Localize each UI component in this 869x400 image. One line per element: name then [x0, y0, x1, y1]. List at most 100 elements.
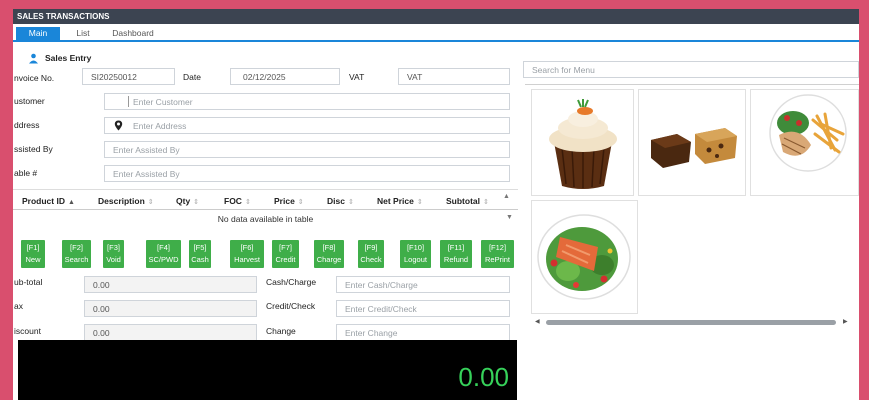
- salmon-salad-image: [537, 214, 631, 300]
- fkey-label: Search: [64, 255, 89, 264]
- table-header: Product ID ▲ Description ⇕ Qty ⇕ FOC ⇕ Price…: [13, 190, 518, 210]
- fkey-label: Harvest: [234, 255, 260, 264]
- fkey-check-button[interactable]: [F9] Check: [358, 240, 384, 268]
- fkey-new-button[interactable]: [F1] New: [21, 240, 45, 268]
- fkey-shortcut: [F6]: [240, 243, 254, 252]
- table-field[interactable]: Enter Assisted By: [104, 165, 510, 182]
- vat-label: VAT: [349, 72, 365, 82]
- fkey-shortcut: [F4]: [157, 243, 170, 252]
- fkey-shortcut: [F8]: [322, 243, 336, 252]
- cupcake-image: [549, 99, 617, 189]
- col-net-price[interactable]: Net Price ⇕: [377, 196, 423, 206]
- text-cursor: [128, 96, 129, 107]
- address-label: ddress: [14, 120, 40, 130]
- fkey-label: Check: [360, 255, 382, 264]
- fkey-shortcut: [F10]: [406, 243, 425, 252]
- scroll-right-icon[interactable]: ▶: [843, 318, 848, 325]
- fkey-shortcut: [F7]: [279, 243, 292, 252]
- app-window: SALES TRANSACTIONS Main List Dashboard S…: [13, 9, 859, 400]
- tab-list[interactable]: List: [65, 27, 101, 40]
- fkey-label: RePrint: [484, 255, 510, 264]
- cash-charge-label: Cash/Charge: [266, 277, 317, 287]
- grilled-chicken-fries-image: [769, 94, 847, 172]
- col-subtotal[interactable]: Subtotal ⇕: [446, 196, 489, 206]
- customer-field[interactable]: Enter Customer: [104, 93, 510, 110]
- fkey-label: Refund: [443, 255, 469, 264]
- fkey-shortcut: [F3]: [107, 243, 120, 252]
- scroll-down-icon[interactable]: ▼: [506, 214, 513, 221]
- menu-item-brownies[interactable]: [638, 89, 746, 196]
- map-pin-icon: [114, 120, 123, 131]
- customer-label: ustomer: [14, 96, 45, 106]
- fkey-logout-button[interactable]: [F10] Logout: [400, 240, 431, 268]
- fkey-shortcut: [F1]: [26, 243, 40, 252]
- fkey-shortcut: [F5]: [193, 243, 207, 252]
- invoice-label: nvoice No.: [14, 73, 55, 83]
- menu-item-salmon-salad[interactable]: [531, 200, 638, 314]
- fkey-label: Credit: [275, 255, 296, 264]
- fkey-label: SC/PWD: [148, 255, 179, 264]
- fkey-shortcut: [F2]: [70, 243, 83, 252]
- date-field[interactable]: 02/12/2025: [230, 68, 340, 85]
- tab-bar: Main List Dashboard: [13, 24, 859, 42]
- fkey-shortcut: [F11]: [447, 243, 465, 252]
- menu-search-input[interactable]: Search for Menu: [523, 61, 859, 78]
- fkey-label: Logout: [404, 255, 427, 264]
- fkey-charge-button[interactable]: [F8] Charge: [314, 240, 344, 268]
- section-title: Sales Entry: [45, 53, 92, 63]
- window-title: SALES TRANSACTIONS: [13, 9, 859, 24]
- discount-field: 0.00: [84, 324, 257, 341]
- col-foc[interactable]: FOC ⇕: [224, 196, 251, 206]
- table-empty-text: No data available in table: [217, 214, 314, 224]
- fkey-label: New: [25, 255, 41, 264]
- brownies-image: [651, 128, 737, 168]
- col-description[interactable]: Description ⇕: [98, 196, 154, 206]
- menu-item-chicken-fries[interactable]: [750, 89, 859, 196]
- vat-field[interactable]: VAT: [398, 68, 510, 85]
- fkey-shortcut: [F12]: [488, 243, 507, 252]
- assisted-field[interactable]: Enter Assisted By: [104, 141, 510, 158]
- user-icon: [29, 53, 38, 64]
- scrollbar-thumb[interactable]: [546, 320, 836, 325]
- menu-divider: [525, 84, 859, 85]
- assisted-label: ssisted By: [14, 144, 53, 154]
- fkey-void-button[interactable]: [F3] Void: [103, 240, 124, 268]
- credit-check-field[interactable]: Enter Credit/Check: [336, 300, 510, 317]
- date-label: Date: [183, 72, 201, 82]
- subtotal-label: ub-total: [14, 277, 43, 287]
- table-label: able #: [14, 168, 38, 178]
- scroll-up-icon[interactable]: ▲: [503, 193, 510, 200]
- fkey-label: Cash: [191, 255, 209, 264]
- tab-dashboard[interactable]: Dashboard: [105, 27, 161, 40]
- tax-field: 0.00: [84, 300, 257, 317]
- fkey-reprint-button[interactable]: [F12] RePrint: [481, 240, 514, 268]
- change-label: Change: [266, 326, 296, 336]
- address-field[interactable]: Enter Address: [104, 117, 510, 134]
- fkey-label: Charge: [316, 255, 342, 264]
- col-qty[interactable]: Qty ⇕: [176, 196, 199, 206]
- fkey-cash-button[interactable]: [F5] Cash: [189, 240, 211, 268]
- total-amount: 0.00: [458, 362, 509, 392]
- tax-label: ax: [14, 301, 23, 311]
- discount-label: iscount: [14, 326, 41, 336]
- total-display: 0.00: [18, 340, 517, 400]
- change-field[interactable]: Enter Change: [336, 324, 510, 341]
- menu-item-cupcake[interactable]: [531, 89, 634, 196]
- menu-horizontal-scrollbar[interactable]: ◀ ▶: [532, 316, 859, 328]
- scroll-left-icon[interactable]: ◀: [535, 318, 540, 325]
- fkey-credit-button[interactable]: [F7] Credit: [272, 240, 299, 268]
- col-product-id[interactable]: Product ID ▲: [22, 196, 75, 206]
- fkey-sc-pwd-button[interactable]: [F4] SC/PWD: [146, 240, 181, 268]
- col-price[interactable]: Price ⇕: [274, 196, 304, 206]
- fkey-label: Void: [106, 255, 121, 264]
- invoice-field[interactable]: SI20250012: [82, 68, 175, 85]
- items-table: Product ID ▲ Description ⇕ Qty ⇕ FOC ⇕ Price…: [13, 189, 518, 231]
- fkey-refund-button[interactable]: [F11] Refund: [440, 240, 472, 268]
- tab-main[interactable]: Main: [16, 27, 60, 40]
- cash-charge-field[interactable]: Enter Cash/Charge: [336, 276, 510, 293]
- fkey-shortcut: [F9]: [364, 243, 378, 252]
- fkey-search-button[interactable]: [F2] Search: [62, 240, 91, 268]
- credit-check-label: Credit/Check: [266, 301, 316, 311]
- col-disc[interactable]: Disc ⇕: [327, 196, 354, 206]
- fkey-harvest-button[interactable]: [F6] Harvest: [230, 240, 264, 268]
